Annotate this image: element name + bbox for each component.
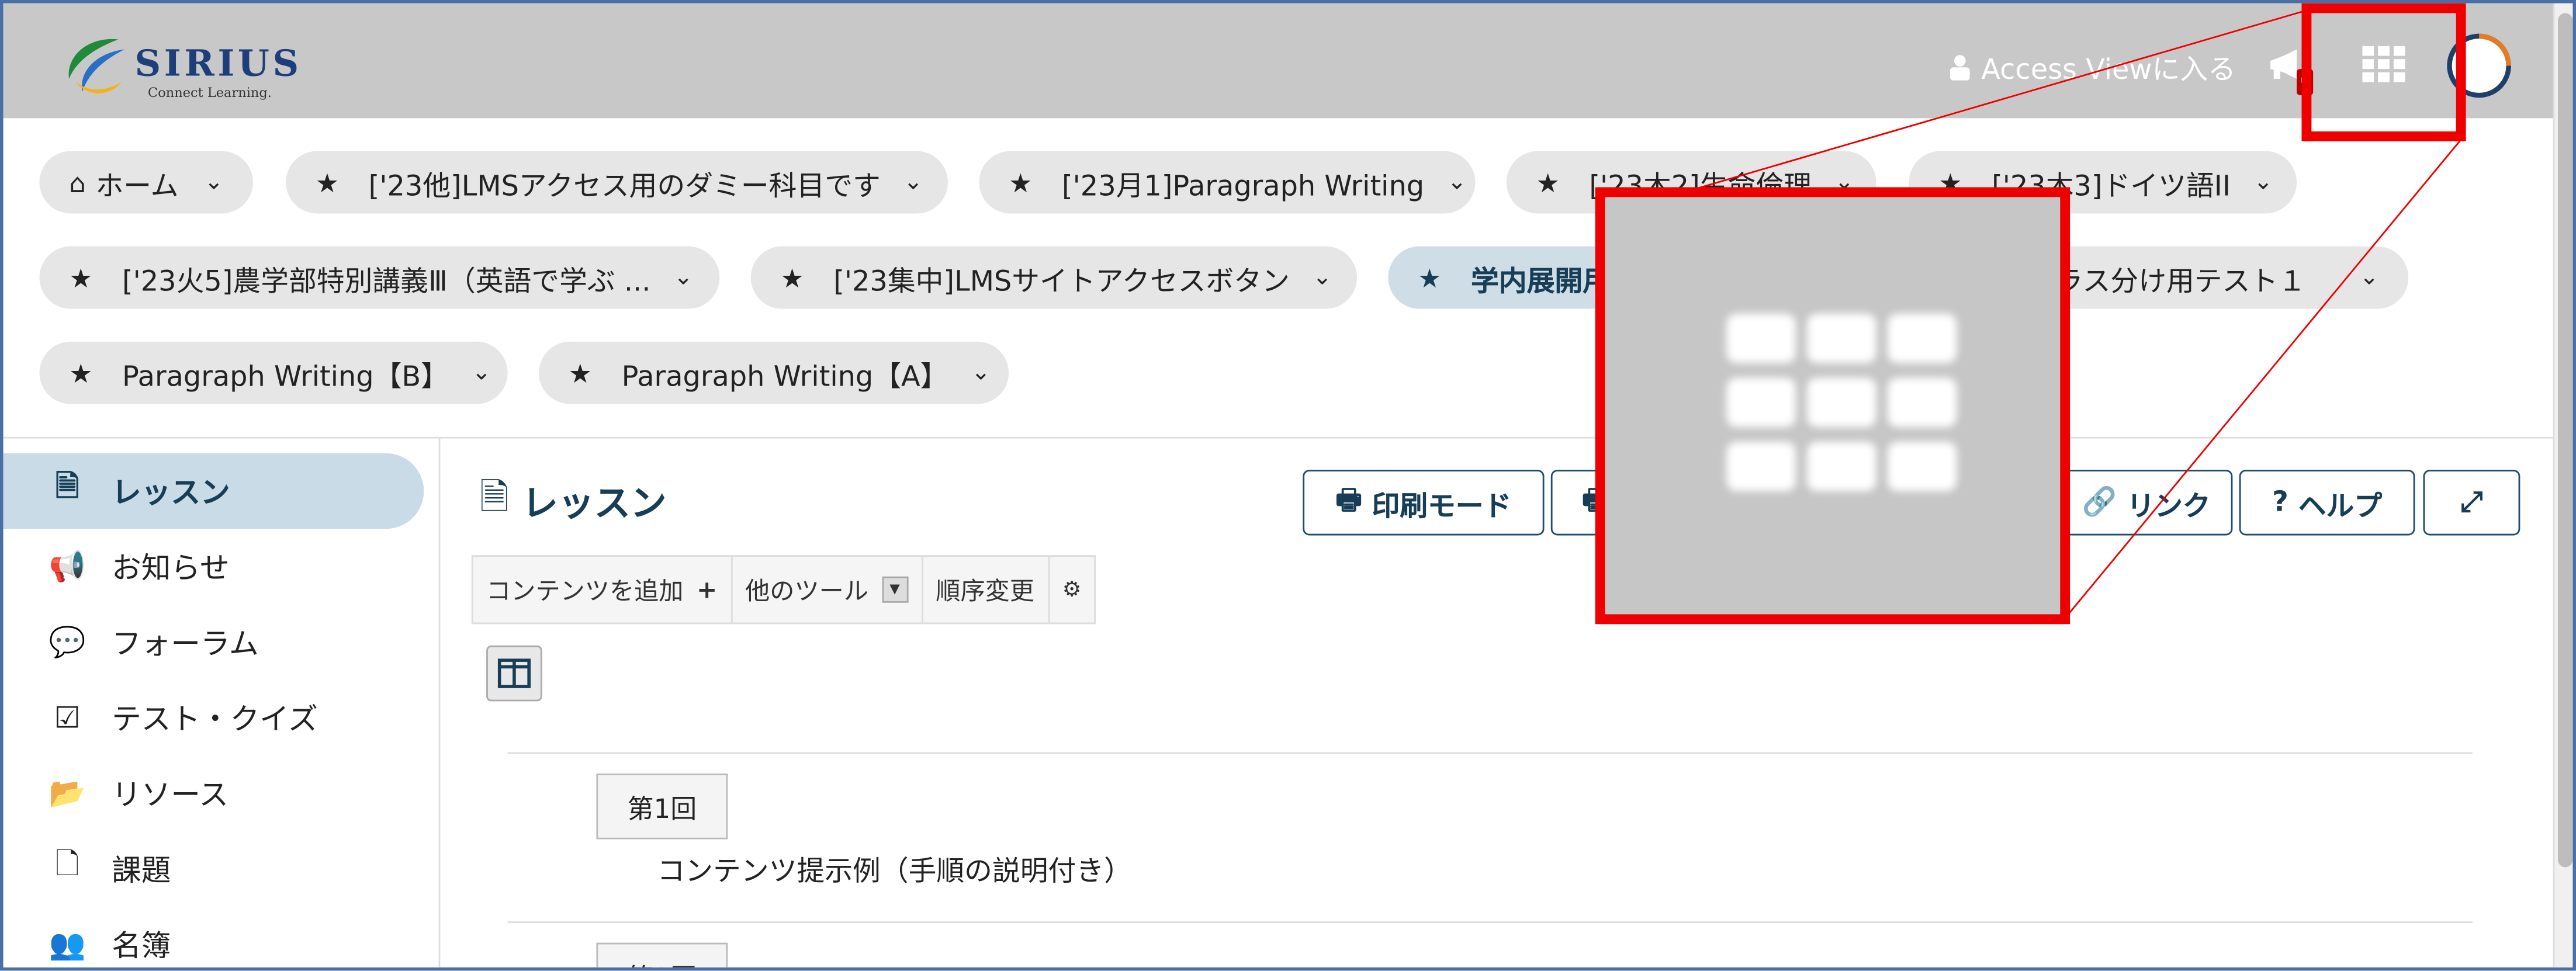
zoom-connector-lines [1695,9,2462,615]
zoom-inset-border [1595,187,2071,625]
lms-window: SIRIUS Connect Learning. Access Viewに入る … [0,0,2576,971]
highlight-box [2301,3,2466,141]
